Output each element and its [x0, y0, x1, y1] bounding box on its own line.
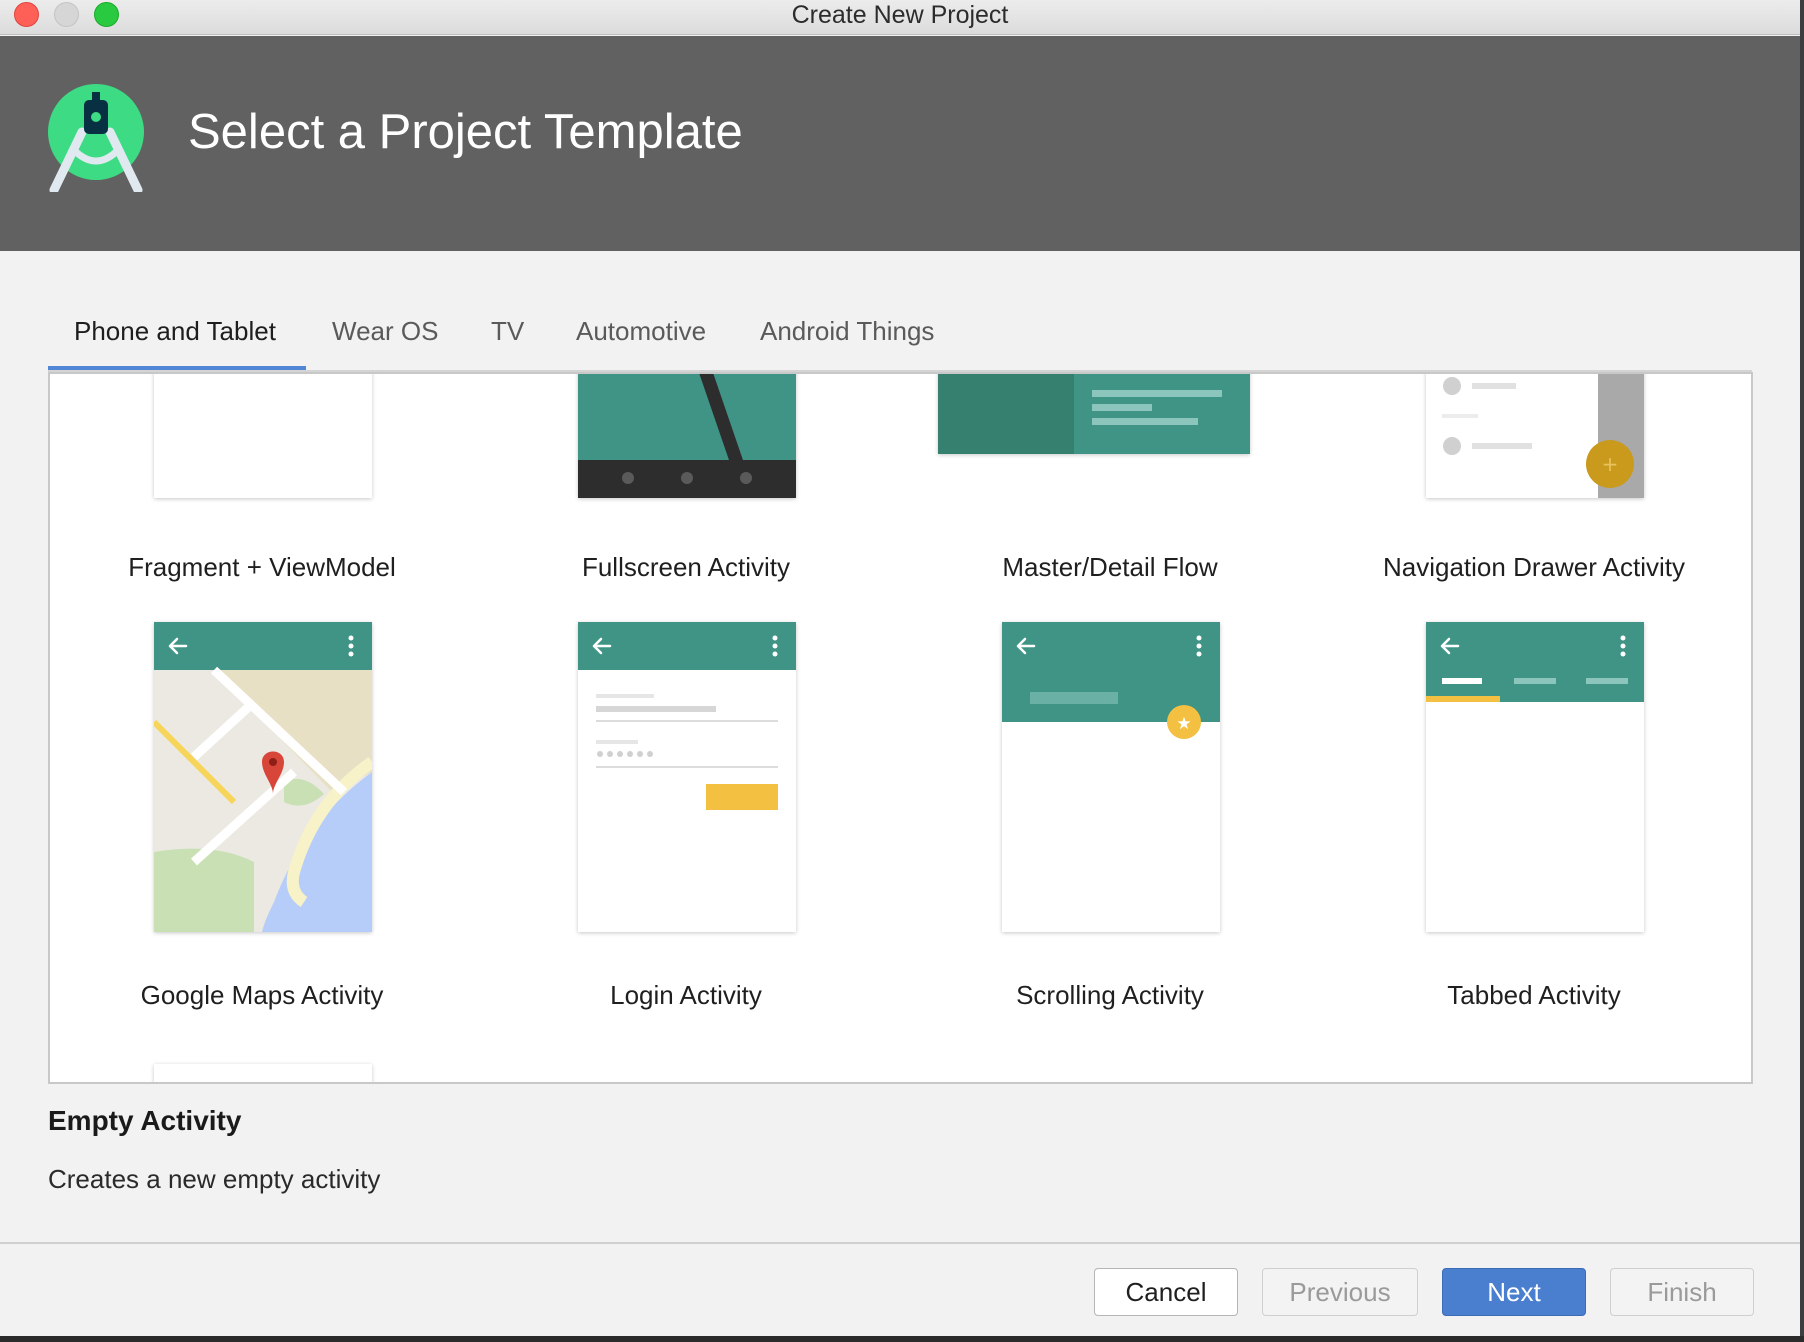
navigation-drawer-preview-icon: +	[1442, 374, 1644, 498]
google-maps-preview-icon	[154, 622, 372, 932]
android-studio-logo-icon	[48, 84, 144, 192]
tab-phone-and-tablet[interactable]: Phone and Tablet	[74, 316, 276, 347]
next-button[interactable]: Next	[1442, 1268, 1586, 1316]
template-card-master-detail-flow[interactable]: Master/Detail Flow	[898, 374, 1322, 594]
page-title: Select a Project Template	[188, 105, 743, 159]
active-tab-indicator	[48, 366, 306, 370]
window-title: Create New Project	[791, 1, 1009, 29]
master-detail-preview-icon	[938, 374, 1222, 454]
device-category-tabs: Phone and Tablet Wear OS TV Automotive A…	[48, 300, 1752, 372]
template-label: Master/Detail Flow	[1002, 552, 1218, 582]
fullscreen-preview-icon	[578, 374, 796, 498]
template-thumbnail	[154, 622, 372, 932]
template-label: Login Activity	[610, 980, 762, 1010]
previous-button[interactable]: Previous	[1262, 1268, 1418, 1316]
template-card-google-maps[interactable]: Google Maps Activity	[50, 622, 474, 1022]
tab-wear-os[interactable]: Wear OS	[332, 316, 438, 347]
template-label: Fullscreen Activity	[581, 552, 791, 582]
template-thumbnail	[578, 374, 796, 498]
dialog-footer: Cancel Previous Next Finish	[0, 1242, 1800, 1336]
template-label: Scrolling Activity	[1016, 980, 1204, 1010]
scrolling-preview-icon: ★	[1002, 622, 1220, 739]
create-project-dialog: Create New Project Select a Project Temp…	[0, 0, 1800, 1336]
template-label: Google Maps Activity	[140, 980, 384, 1010]
tab-automotive[interactable]: Automotive	[576, 316, 706, 347]
selected-template-title: Empty Activity	[48, 1105, 242, 1136]
title-bar: Create New Project	[0, 0, 1800, 35]
background-editor-strip	[1800, 0, 1804, 1342]
svg-text:★: ★	[1176, 714, 1191, 734]
template-card-login-activity[interactable]: Login Activity	[474, 622, 898, 1022]
template-card-fullscreen-activity[interactable]: Fullscreen Activity	[474, 374, 898, 594]
wizard-header: Select a Project Template	[0, 36, 1800, 251]
template-card-navigation-drawer[interactable]: + Navigation Drawer Activity	[1322, 374, 1746, 594]
tab-tv[interactable]: TV	[491, 316, 524, 347]
background-editor-bottom	[0, 1336, 1804, 1342]
template-label: Tabbed Activity	[1447, 980, 1621, 1010]
selected-template-description: Creates a new empty activity	[48, 1164, 381, 1194]
template-card-tabbed-activity[interactable]: Tabbed Activity	[1322, 622, 1746, 1022]
finish-button[interactable]: Finish	[1610, 1268, 1754, 1316]
template-thumbnail	[578, 622, 796, 932]
template-thumbnail	[1426, 622, 1644, 932]
template-label: Fragment + ViewModel	[128, 552, 396, 582]
template-thumbnail	[938, 374, 1250, 454]
template-thumbnail	[154, 374, 372, 498]
login-preview-icon	[578, 622, 796, 810]
svg-text:+: +	[1602, 452, 1619, 476]
template-thumbnail-partial	[154, 1064, 372, 1082]
template-label: Navigation Drawer Activity	[1383, 552, 1685, 582]
template-gallery[interactable]: Fragment + ViewModel Fullscreen Activity	[48, 372, 1753, 1084]
template-thumbnail: +	[1426, 374, 1644, 498]
template-card-fragment-viewmodel[interactable]: Fragment + ViewModel	[50, 374, 474, 594]
tab-android-things[interactable]: Android Things	[760, 316, 934, 347]
template-card-scrolling-activity[interactable]: ★ Scrolling Activity	[898, 622, 1322, 1022]
template-thumbnail: ★	[1002, 622, 1220, 932]
cancel-button[interactable]: Cancel	[1094, 1268, 1238, 1316]
tabbed-preview-icon	[1426, 622, 1644, 702]
